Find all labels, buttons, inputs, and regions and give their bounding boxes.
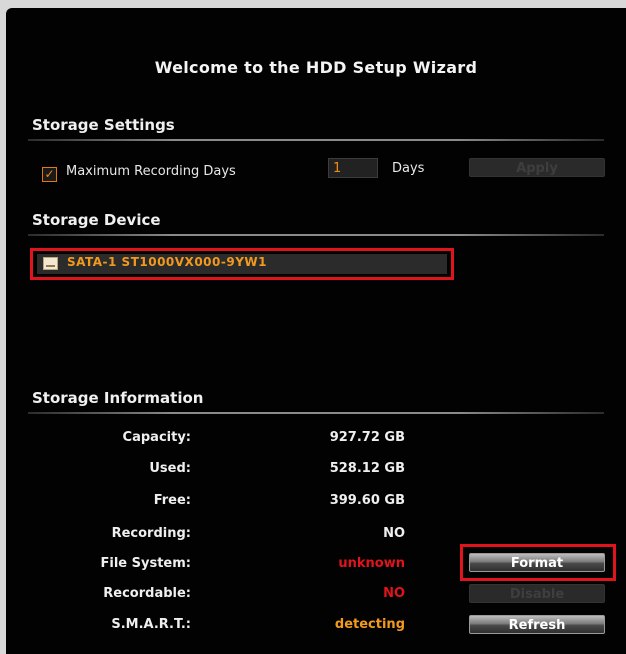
hard-drive-icon <box>43 257 58 270</box>
max-recording-days-checkbox[interactable]: ✓ <box>42 167 57 182</box>
storage-information-heading: Storage Information <box>32 389 204 407</box>
max-recording-days-label: Maximum Recording Days <box>66 164 236 179</box>
max-recording-days-input[interactable]: 1 <box>328 158 378 178</box>
storage-device-highlight: SATA-1 ST1000VX000-9YW1 <box>30 248 454 280</box>
days-unit-label: Days <box>392 161 425 176</box>
apply-button[interactable]: Apply <box>469 158 605 177</box>
recording-value: NO <box>383 526 405 541</box>
recordable-value: NO <box>383 586 405 601</box>
storage-device-heading: Storage Device <box>32 211 161 229</box>
used-value: 528.12 GB <box>329 461 405 476</box>
file-system-value: unknown <box>338 556 405 571</box>
section-divider <box>28 412 604 414</box>
check-icon: ✓ <box>44 167 55 181</box>
wizard-title: Welcome to the HDD Setup Wizard <box>154 58 478 77</box>
hdd-setup-wizard-window: Welcome to the HDD Setup Wizard Storage … <box>6 8 626 654</box>
capacity-value: 927.72 GB <box>329 430 405 445</box>
format-button[interactable]: Format <box>469 553 605 572</box>
disable-button[interactable]: Disable <box>469 584 605 603</box>
storage-settings-heading: Storage Settings <box>32 116 175 134</box>
section-divider <box>28 234 604 236</box>
storage-device-label: SATA-1 ST1000VX000-9YW1 <box>67 255 267 269</box>
free-value: 399.60 GB <box>329 493 405 508</box>
section-divider <box>28 139 604 141</box>
storage-device-item[interactable]: SATA-1 ST1000VX000-9YW1 <box>37 254 447 274</box>
smart-value: detecting <box>334 617 405 632</box>
refresh-button[interactable]: Refresh <box>469 615 605 634</box>
